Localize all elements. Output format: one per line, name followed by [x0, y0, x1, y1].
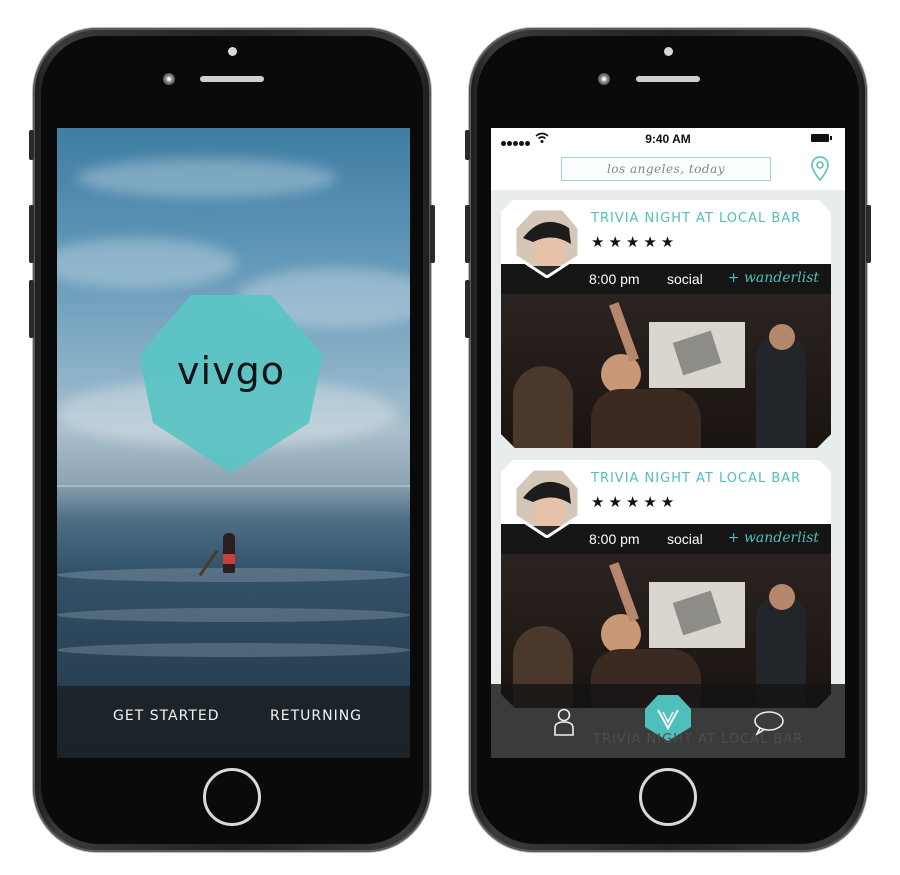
event-photo	[501, 294, 831, 448]
cloud	[77, 158, 337, 198]
feed-screen: 9:40 AM los angeles, today TRIVIA NIGHT …	[491, 128, 845, 758]
paddleboarder-shorts	[223, 554, 235, 564]
wave	[57, 608, 410, 622]
sensor	[163, 73, 175, 85]
event-title: TRIVIA NIGHT AT LOCAL BAR	[591, 211, 802, 226]
earpiece-speaker	[200, 76, 264, 82]
horizon	[57, 485, 410, 487]
location-search-input[interactable]: los angeles, today	[561, 157, 771, 181]
returning-button[interactable]: RETURNING	[270, 708, 362, 724]
event-time: 8:00 pm	[589, 271, 640, 287]
vivgo-logo: vivgo	[139, 293, 323, 473]
location-pin-icon[interactable]	[811, 156, 829, 182]
front-camera	[228, 47, 237, 56]
front-camera	[664, 47, 673, 56]
auth-bar: GET STARTED RETURNING	[57, 686, 410, 758]
host-avatar	[513, 208, 581, 278]
event-category: social	[667, 271, 703, 287]
get-started-button[interactable]: GET STARTED	[113, 708, 220, 724]
event-card[interactable]: TRIVIA NIGHT AT LOCAL BAR ★★★★★ 8:00 pm …	[501, 460, 831, 708]
star-rating: ★★★★★	[591, 233, 679, 251]
side-button	[430, 205, 435, 263]
status-time: 9:40 AM	[645, 132, 691, 146]
side-button	[465, 205, 470, 263]
paddleboarder	[223, 533, 235, 573]
star-rating: ★★★★★	[591, 493, 679, 511]
side-button	[29, 130, 34, 160]
wave	[57, 643, 410, 657]
side-button	[866, 205, 871, 263]
splash-screen: vivgo GET STARTED RETURNING	[57, 128, 410, 758]
side-button	[29, 280, 34, 338]
battery-icon	[811, 134, 832, 142]
host-avatar	[513, 468, 581, 538]
cloud	[57, 238, 237, 288]
logo-text: vivgo	[177, 349, 285, 393]
status-bar: 9:40 AM	[491, 128, 845, 150]
event-category: social	[667, 531, 703, 547]
side-button	[465, 130, 470, 160]
profile-tab-icon[interactable]	[553, 708, 575, 736]
home-button[interactable]	[639, 768, 697, 826]
earpiece-speaker	[636, 76, 700, 82]
side-button	[29, 205, 34, 263]
home-button[interactable]	[203, 768, 261, 826]
add-to-wanderlist-button[interactable]: + wanderlist	[728, 530, 819, 546]
event-title: TRIVIA NIGHT AT LOCAL BAR	[591, 471, 802, 486]
sensor	[598, 73, 610, 85]
side-button	[465, 280, 470, 338]
event-time: 8:00 pm	[589, 531, 640, 547]
peek-event-title: TRIVIA NIGHT AT LOCAL BAR	[593, 732, 804, 747]
add-to-wanderlist-button[interactable]: + wanderlist	[728, 270, 819, 286]
search-row: los angeles, today	[491, 150, 845, 190]
event-card[interactable]: TRIVIA NIGHT AT LOCAL BAR ★★★★★ 8:00 pm …	[501, 200, 831, 448]
